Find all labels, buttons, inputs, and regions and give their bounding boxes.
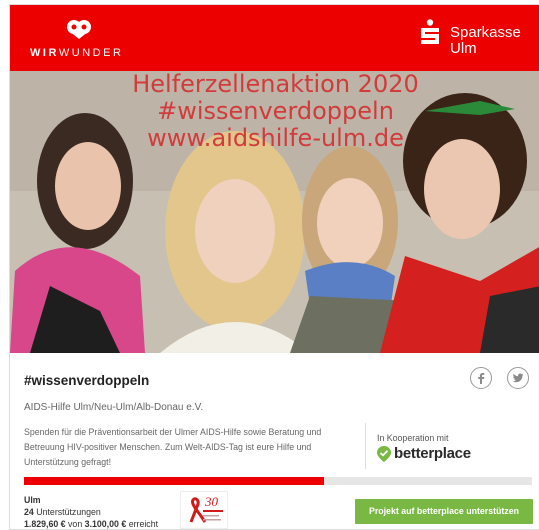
project-title: #wissenverdoppeln xyxy=(24,373,150,388)
betterplace-pin-icon xyxy=(377,446,391,462)
red-ribbon-icon: 30 xyxy=(189,494,223,523)
supporters-label: Unterstützungen xyxy=(33,507,101,517)
goal-amount: 3.100,00 € xyxy=(84,519,127,529)
funding-progress-fill xyxy=(24,477,324,485)
overlay-line-1: Helferzellenaktion 2020 xyxy=(132,71,419,98)
header-bar: WIRWUNDER Sparkasse Ulm xyxy=(10,5,539,71)
raised-line: 1.829,60 € von 3.100,00 € erreicht xyxy=(24,519,159,529)
raised-amount: 1.829,60 € xyxy=(24,519,66,529)
svg-text:30: 30 xyxy=(204,494,219,509)
image-overlay-text: Helferzellenaktion 2020 #wissenverdoppel… xyxy=(10,71,539,152)
wirwunder-wordmark: WIRWUNDER xyxy=(30,47,124,59)
project-card: WIRWUNDER Sparkasse Ulm Helferzellenakti… xyxy=(9,4,539,530)
facebook-icon xyxy=(478,373,485,384)
supporters-line: 24 Unterstützungen xyxy=(24,506,158,518)
wirwunder-mark-icon xyxy=(67,20,91,39)
sparkasse-s-icon xyxy=(421,19,439,44)
overlay-line-2: #wissenverdoppeln xyxy=(157,97,394,125)
facebook-share-button[interactable] xyxy=(470,367,492,389)
sparkasse-logo[interactable]: Sparkasse Ulm xyxy=(419,17,529,57)
project-description: Spenden für die Präventionsarbeit der Ul… xyxy=(24,427,322,467)
cooperation-label: In Kooperation mit xyxy=(377,433,449,443)
funding-progress-bar xyxy=(24,477,532,485)
support-project-button[interactable]: Projekt auf betterplace unterstützen xyxy=(355,499,533,524)
betterplace-logo[interactable]: betterplace xyxy=(377,445,497,465)
betterplace-wordmark: betterplace xyxy=(394,445,471,462)
wirwunder-logo[interactable]: WIRWUNDER xyxy=(30,19,130,63)
supporters-count: 24 xyxy=(24,507,34,517)
funding-stats: Ulm 24 Unterstützungen 1.829,60 € von 3.… xyxy=(24,494,158,530)
twitter-icon xyxy=(512,373,524,383)
twitter-share-button[interactable] xyxy=(507,367,529,389)
overlay-line-3: www.aidshilfe-ulm.de xyxy=(147,124,404,152)
city-label: Ulm xyxy=(24,495,41,505)
organization-name: AIDS-Hilfe Ulm/Neu-Ulm/Alb-Donau e.V. xyxy=(24,402,204,413)
aids-ribbon-logo: 30 xyxy=(180,491,228,529)
divider xyxy=(365,423,366,469)
sparkasse-name: Sparkasse Ulm xyxy=(450,24,521,57)
project-image[interactable]: Helferzellenaktion 2020 #wissenverdoppel… xyxy=(10,71,539,353)
